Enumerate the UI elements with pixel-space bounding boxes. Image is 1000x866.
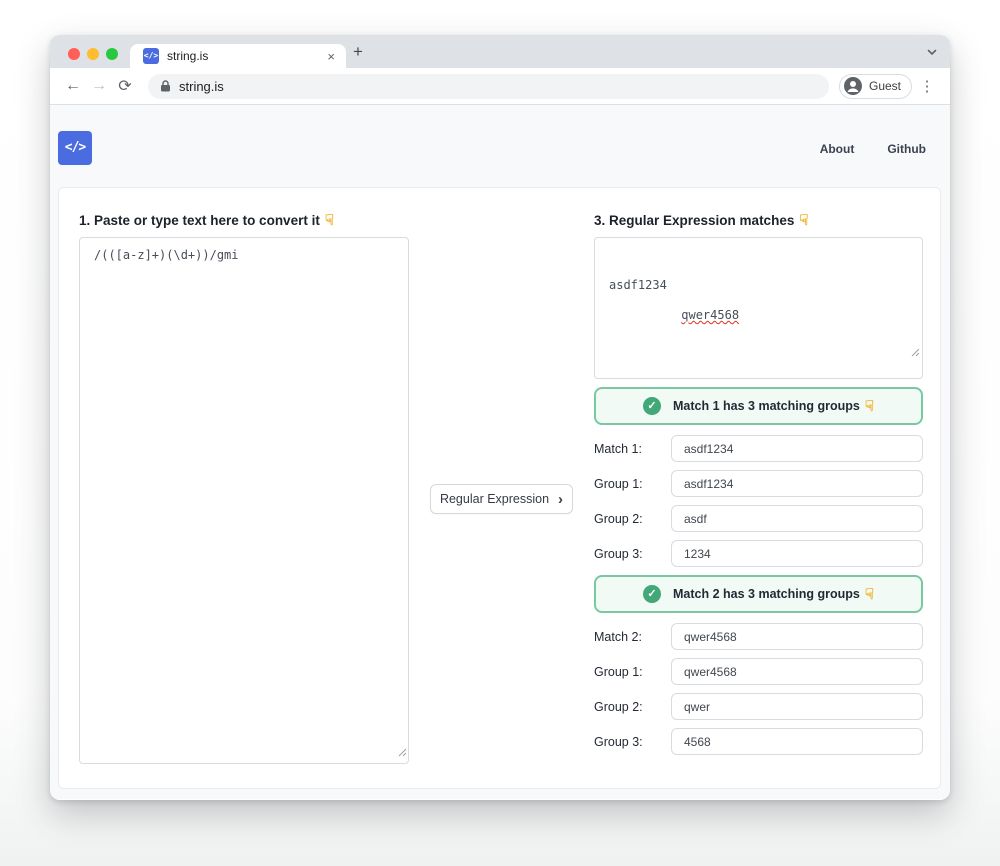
row-label: Group 1:: [594, 664, 643, 679]
address-bar[interactable]: string.is: [148, 73, 829, 99]
match-2-rows: Match 2: Group 1: Group 2: Group 3:: [594, 623, 923, 755]
forward-icon[interactable]: →: [86, 77, 112, 95]
avatar-icon: [843, 76, 863, 96]
url-text: string.is: [179, 78, 224, 94]
output-textarea[interactable]: asdf1234 qwer4568: [594, 237, 923, 379]
browser-tab[interactable]: </> string.is ×: [130, 44, 346, 68]
window-controls: [68, 48, 118, 60]
reload-icon[interactable]: ⟳: [112, 76, 138, 96]
output-line: qwer4568: [681, 308, 740, 322]
match-2-success-alert: ✓ Match 2 has 3 matching groups ☟: [594, 575, 923, 613]
minimize-window-button[interactable]: [87, 48, 99, 60]
row-label: Group 3:: [594, 546, 643, 561]
nav-about-link[interactable]: About: [820, 142, 855, 156]
site-favicon-icon: </>: [143, 48, 159, 64]
site-logo[interactable]: </>: [58, 131, 92, 165]
row-label: Group 3:: [594, 734, 643, 749]
group-value-input[interactable]: [671, 693, 923, 720]
tab-title: string.is: [167, 49, 209, 63]
tab-strip: </> string.is × +: [50, 35, 950, 68]
match-1-rows: Match 1: Group 1: Group 2: Group 3:: [594, 435, 923, 567]
tab-search-chevron-icon[interactable]: [926, 45, 938, 63]
converter-select-button[interactable]: Regular Expression ›: [430, 484, 573, 514]
converter-label: Regular Expression: [439, 492, 550, 506]
row-label: Group 1:: [594, 476, 643, 491]
group-value-input[interactable]: [671, 658, 923, 685]
output-line: asdf1234: [609, 278, 667, 292]
row-label: Group 2:: [594, 699, 643, 714]
match-value-input[interactable]: [671, 623, 923, 650]
output-panel-heading: 3. Regular Expression matches ☟: [594, 212, 809, 229]
lock-icon: [160, 80, 171, 92]
converter-card: 1. Paste or type text here to convert it…: [58, 187, 941, 789]
alert-text: Match 1 has 3 matching groups: [673, 399, 860, 413]
check-circle-icon: ✓: [643, 397, 661, 415]
row-label: Match 1:: [594, 441, 642, 456]
profile-label: Guest: [868, 79, 901, 93]
input-panel: 1. Paste or type text here to convert it…: [79, 213, 409, 764]
match-1-success-alert: ✓ Match 1 has 3 matching groups ☟: [594, 387, 923, 425]
resize-grip-icon[interactable]: [824, 331, 920, 376]
match-row: Group 1:: [594, 658, 923, 685]
match-value-input[interactable]: [671, 435, 923, 462]
tab-close-icon[interactable]: ×: [324, 49, 338, 64]
chevron-right-icon: ›: [558, 490, 564, 508]
page-content: </> About Github 1. Paste or type text h…: [50, 105, 950, 799]
match-row: Group 3:: [594, 540, 923, 567]
group-value-input[interactable]: [671, 540, 923, 567]
group-value-input[interactable]: [671, 505, 923, 532]
check-circle-icon: ✓: [643, 585, 661, 603]
match-row: Match 2:: [594, 623, 923, 650]
browser-toolbar: ← → ⟳ string.is Guest ⋮: [50, 68, 950, 105]
match-row: Group 2:: [594, 693, 923, 720]
back-icon[interactable]: ←: [60, 77, 86, 95]
row-label: Group 2:: [594, 511, 643, 526]
profile-chip[interactable]: Guest: [838, 73, 912, 99]
new-tab-button[interactable]: +: [347, 41, 369, 63]
input-panel-heading: 1. Paste or type text here to convert it…: [79, 212, 334, 229]
match-row: Match 1:: [594, 435, 923, 462]
close-window-button[interactable]: [68, 48, 80, 60]
row-label: Match 2:: [594, 629, 642, 644]
output-panel: 3. Regular Expression matches ☟ asdf1234…: [594, 213, 923, 763]
pointer-down-icon: ☟: [864, 397, 874, 415]
match-row: Group 2:: [594, 505, 923, 532]
group-value-input[interactable]: [671, 470, 923, 497]
match-row: Group 3:: [594, 728, 923, 755]
alert-text: Match 2 has 3 matching groups: [673, 587, 860, 601]
browser-window: </> string.is × + ← → ⟳ string.is Guest …: [50, 35, 950, 800]
site-nav: About Github: [820, 142, 926, 156]
group-value-input[interactable]: [671, 728, 923, 755]
browser-menu-icon[interactable]: ⋮: [916, 77, 938, 95]
pointer-down-icon: ☟: [324, 212, 334, 229]
input-textarea[interactable]: /(([a-z]+)(\d+))/gmi: [79, 237, 409, 764]
resize-grip-icon[interactable]: [398, 744, 407, 762]
nav-github-link[interactable]: Github: [887, 142, 926, 156]
maximize-window-button[interactable]: [106, 48, 118, 60]
pointer-down-icon: ☟: [799, 212, 809, 229]
match-row: Group 1:: [594, 470, 923, 497]
pointer-down-icon: ☟: [864, 585, 874, 603]
